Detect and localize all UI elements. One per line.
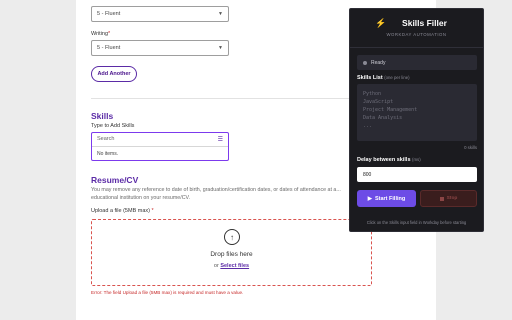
or-text: or: [213, 263, 219, 269]
resume-heading: Resume/CV: [91, 175, 139, 185]
upload-error-message: Error: The field Upload a file (5MB max)…: [91, 290, 244, 295]
writing-label-text: Writing: [91, 31, 109, 37]
language-level-select[interactable]: 5 - Fluent ▼: [91, 6, 229, 22]
delay-label: Delay between skills (ms): [357, 157, 421, 163]
required-mark: *: [108, 31, 111, 37]
status-text: Ready: [371, 59, 386, 66]
start-filling-button[interactable]: ▶ Start Filling: [357, 190, 416, 207]
play-icon: ▶: [367, 195, 372, 202]
status-dot-icon: [363, 60, 367, 65]
chevron-down-icon: ▼: [218, 45, 223, 51]
resume-description: You may remove any reference to date of …: [91, 187, 341, 201]
chevron-down-icon: ▼: [218, 11, 223, 17]
upload-label: Upload a file (5MB max) *: [91, 208, 154, 214]
skills-count: 0 skills: [464, 145, 477, 150]
upload-label-text: Upload a file (5MB max): [91, 208, 150, 214]
start-filling-label: Start Filling: [374, 195, 406, 202]
delay-label-text: Delay between skills: [357, 157, 411, 163]
required-mark: *: [151, 208, 154, 214]
writing-label: Writing*: [91, 31, 110, 37]
writing-value: 5 - Fluent: [97, 45, 121, 51]
file-dropzone[interactable]: ↑ Drop files here or Select files: [91, 219, 372, 286]
status-indicator: Ready: [357, 55, 477, 70]
list-icon[interactable]: ☰: [218, 136, 223, 143]
drop-files-text: Drop files here: [210, 251, 253, 258]
skills-list-label: Skills List (one per line): [357, 75, 410, 81]
skills-multiselect[interactable]: Search ☰ No items.: [91, 132, 229, 161]
skills-no-items: No items.: [97, 151, 119, 157]
stop-label: Stop: [446, 196, 458, 201]
upload-arrow-icon: ↑: [224, 229, 240, 245]
stop-button[interactable]: Stop: [420, 190, 477, 207]
panel-footer-hint: Click on the Skills input field in Workd…: [366, 220, 467, 225]
delay-input[interactable]: 800: [357, 167, 477, 182]
skills-type-label: Type to Add Skills: [91, 123, 135, 129]
section-divider: [91, 98, 372, 99]
stop-icon: [439, 196, 444, 201]
skills-textarea[interactable]: Python JavaScript Project Management Dat…: [357, 84, 477, 141]
panel-subtitle: WORKDAY AUTOMATION: [386, 32, 447, 37]
delay-hint: (ms): [412, 157, 421, 162]
skills-heading: Skills: [91, 111, 114, 121]
writing-select[interactable]: 5 - Fluent ▼: [91, 40, 229, 56]
skills-search-input[interactable]: Search: [92, 133, 228, 147]
panel-divider: [350, 47, 483, 48]
add-another-button[interactable]: Add Another: [91, 66, 137, 82]
select-files-link[interactable]: Select files: [220, 263, 249, 269]
skills-list-hint: (one per line): [384, 75, 410, 80]
or-select-line: or Select files: [92, 263, 371, 269]
language-level-value: 5 - Fluent: [97, 11, 121, 17]
skills-filler-panel: ⚡ Skills Filler WORKDAY AUTOMATION Ready…: [349, 8, 484, 232]
skills-list-label-text: Skills List: [357, 75, 383, 81]
panel-title: Skills Filler: [402, 18, 447, 28]
